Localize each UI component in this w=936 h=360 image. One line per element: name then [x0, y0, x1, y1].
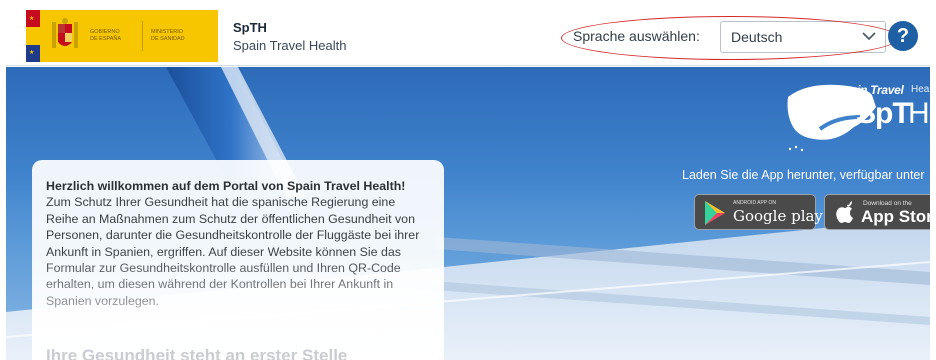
logo-divider: [142, 21, 143, 51]
app-store-label: App Store: [861, 207, 930, 226]
google-play-icon: [705, 201, 725, 225]
google-play-caption: Android App on: [733, 200, 776, 206]
government-line-1: Gobierno: [90, 29, 120, 35]
app-title: SpTH: [233, 20, 267, 35]
apple-icon: [836, 201, 853, 223]
brand-name: Spain Travel: [836, 83, 904, 97]
welcome-card: Herzlich willkommen auf dem Portal von S…: [32, 160, 444, 360]
help-icon[interactable]: ?: [888, 21, 918, 51]
brand-name-suffix: Healt: [911, 84, 930, 95]
welcome-greeting: Herzlich willkommen auf dem Portal von S…: [46, 179, 406, 193]
google-play-label: Google play: [733, 207, 823, 225]
welcome-fade-overlay: [32, 250, 444, 360]
app-store-caption: Download on the: [863, 200, 912, 207]
ministry-text: Ministerio de Sanidad: [151, 29, 201, 43]
chevron-down-icon: [862, 32, 876, 41]
government-line-2: de España: [90, 36, 122, 42]
brand-mark: SpT: [856, 97, 911, 130]
hero-banner: Herzlich willkommen auf dem Portal von S…: [6, 67, 930, 360]
language-select-value: Deutsch: [731, 29, 783, 45]
site-header: ★ ★ Gobierno de España Ministerio de San…: [6, 6, 930, 66]
app-subtitle: Spain Travel Health: [233, 38, 347, 53]
brand-mark-thin: H: [908, 97, 930, 130]
spain-flag-icon: ★ ★: [26, 10, 40, 62]
government-text: Gobierno de España: [90, 29, 136, 43]
app-store-button[interactable]: Download on the App Store: [824, 194, 930, 230]
download-app-text: Laden Sie die App herunter, verfügbar un…: [682, 168, 925, 182]
government-logo[interactable]: ★ ★ Gobierno de España Ministerio de San…: [26, 10, 218, 62]
google-play-button[interactable]: Android App on Google play: [694, 194, 823, 230]
language-select[interactable]: Deutsch: [720, 21, 886, 53]
coat-of-arms-icon: [52, 18, 78, 48]
page: ★ ★ Gobierno de España Ministerio de San…: [6, 6, 930, 360]
welcome-section-heading: Ihre Gesundheit steht an erster Stelle: [46, 346, 348, 360]
ministry-line-1: Ministerio: [151, 29, 184, 35]
ministry-line-2: de Sanidad: [151, 36, 185, 42]
language-label: Sprache auswählen:: [573, 28, 700, 44]
